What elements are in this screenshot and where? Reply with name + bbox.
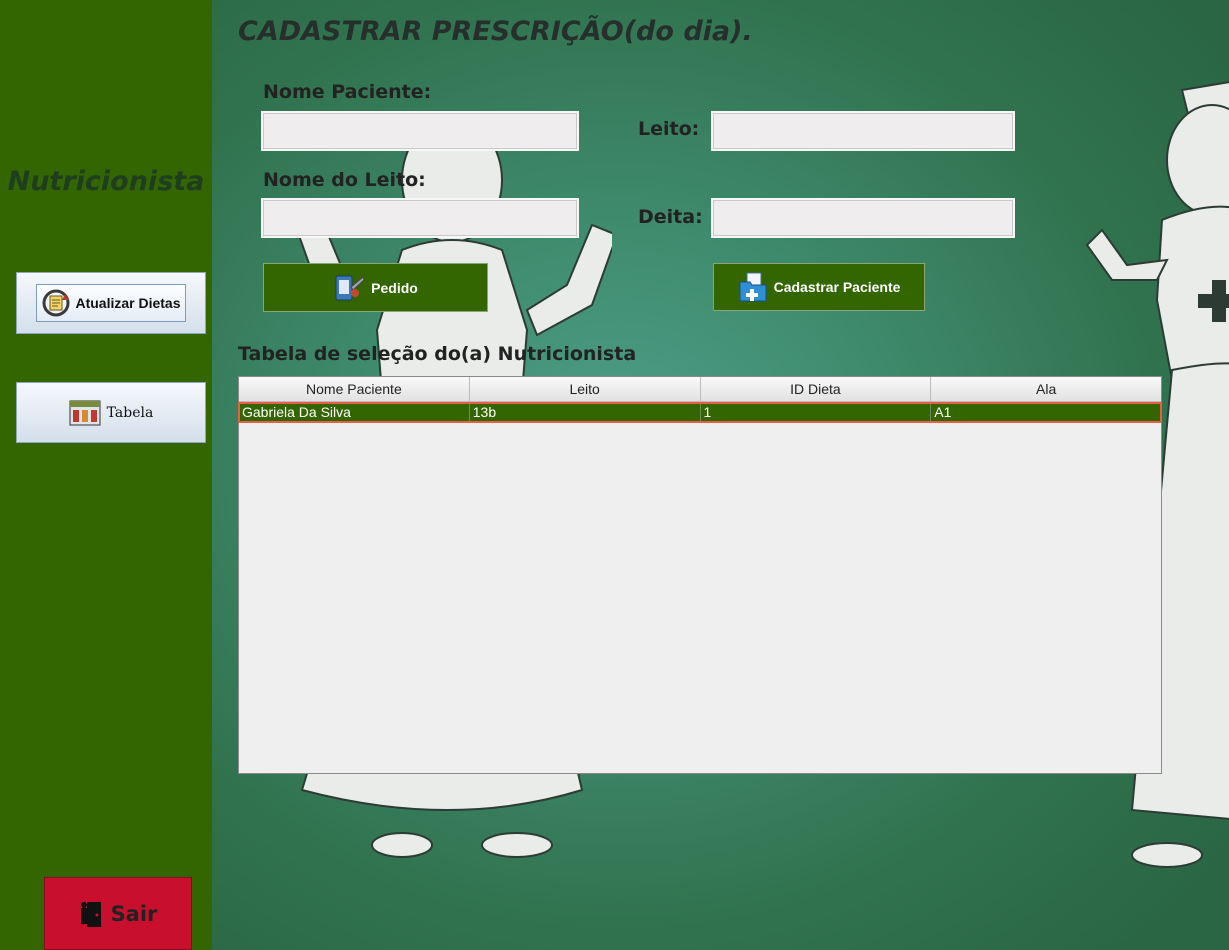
deita-label: Deita:	[638, 206, 703, 228]
atualizar-dietas-button[interactable]: Atualizar Dietas	[16, 272, 206, 334]
prescription-table[interactable]: Nome Paciente Leito ID Dieta Ala Gabriel…	[238, 376, 1162, 774]
pedido-button[interactable]: Pedido	[263, 263, 488, 312]
atualizar-dietas-label: Atualizar Dietas	[75, 295, 181, 311]
nome-paciente-label: Nome Paciente:	[263, 81, 432, 103]
tabela-label-text: Tabela	[106, 404, 154, 421]
sidebar: Nutricionista Atualizar Dietas Tabela Sa…	[0, 0, 212, 950]
table-header: Nome Paciente Leito ID Dieta Ala	[239, 377, 1161, 402]
cell-leito: 13b	[470, 403, 701, 422]
table-icon	[69, 400, 101, 425]
column-header-nome-paciente[interactable]: Nome Paciente	[239, 377, 470, 401]
deita-input[interactable]	[711, 198, 1015, 238]
clipboard-icon	[335, 275, 365, 300]
sair-label: Sair	[110, 901, 158, 926]
sidebar-title: Nutricionista	[7, 166, 205, 197]
page-title: CADASTRAR PRESCRIÇÃO(do dia).	[238, 16, 753, 47]
nome-paciente-input[interactable]	[261, 111, 579, 151]
exit-door-icon	[80, 901, 101, 927]
nome-leito-input[interactable]	[261, 198, 579, 238]
pedido-button-label: Pedido	[371, 279, 418, 296]
medical-folder-icon	[739, 272, 767, 302]
column-header-id-dieta[interactable]: ID Dieta	[700, 377, 932, 401]
leito-input[interactable]	[711, 111, 1015, 151]
leito-label: Leito:	[638, 118, 700, 140]
column-header-leito[interactable]: Leito	[469, 377, 701, 401]
tabela-label: Tabela de seleção do(a) Nutricionista	[238, 343, 637, 365]
nome-leito-label: Nome do Leito:	[263, 169, 426, 191]
document-refresh-icon	[42, 289, 70, 317]
column-header-ala[interactable]: Ala	[931, 377, 1161, 401]
cell-id-dieta: 1	[701, 403, 932, 422]
cell-nome-paciente: Gabriela Da Silva	[239, 403, 470, 422]
sair-button[interactable]: Sair	[44, 877, 192, 950]
cadastrar-paciente-button[interactable]: Cadastrar Paciente	[713, 263, 925, 311]
cadastrar-paciente-button-label: Cadastrar Paciente	[773, 279, 901, 295]
tabela-button[interactable]: Tabela	[16, 382, 206, 443]
table-row[interactable]: Gabriela Da Silva 13b 1 A1	[238, 402, 1162, 423]
cell-ala: A1	[934, 404, 952, 420]
